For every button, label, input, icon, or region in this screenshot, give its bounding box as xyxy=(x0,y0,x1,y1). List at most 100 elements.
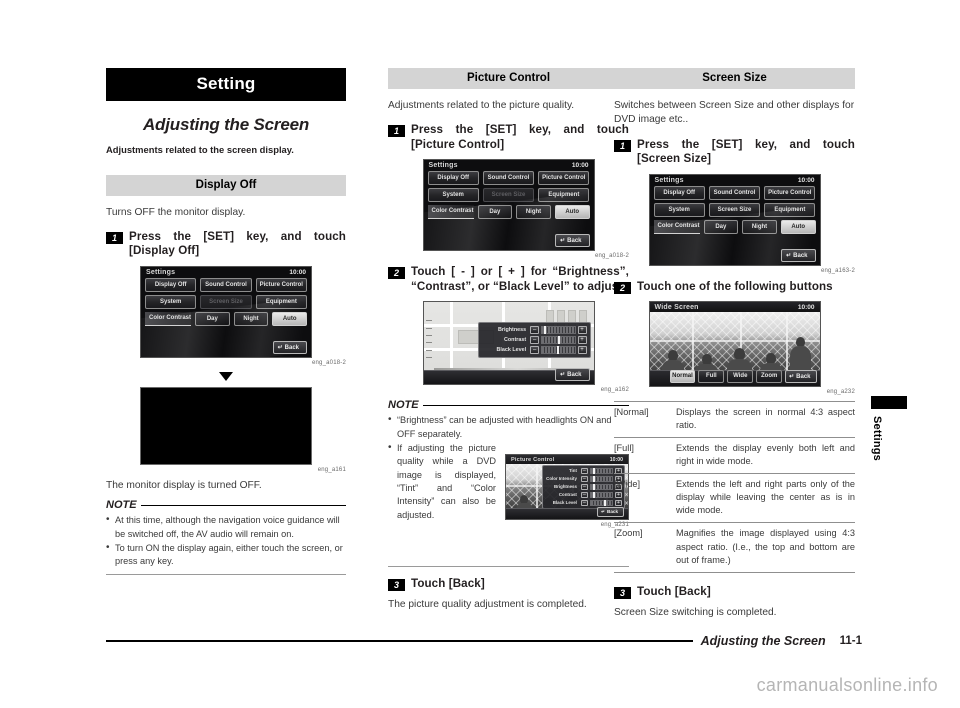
plus-button[interactable]: + xyxy=(577,345,587,354)
minus-button[interactable]: – xyxy=(580,491,588,498)
screen-label-color-contrast: Color Contrast xyxy=(145,311,191,326)
option-description: Magnifies the image displayed using 4:3 … xyxy=(676,522,855,573)
screen-button-equipment[interactable]: Equipment xyxy=(538,188,590,203)
screen-title: Settings xyxy=(146,268,176,276)
step-text: Touch one of the following buttons xyxy=(637,279,833,293)
adjust-slider[interactable] xyxy=(589,467,613,474)
chapter-title-bar: Setting xyxy=(106,68,346,101)
step-text: Press the [SET] key, and touch [Picture … xyxy=(411,123,629,151)
screen-button-equipment[interactable]: Equipment xyxy=(764,202,816,217)
adjust-label: Brightness xyxy=(553,484,577,490)
back-label: Back xyxy=(796,374,811,381)
screen-row-1: Display Off Sound Control Picture Contro… xyxy=(653,185,816,200)
option-description: Displays the screen in normal 4:3 aspect… xyxy=(676,401,855,438)
screen-button-auto[interactable]: Auto xyxy=(272,311,308,326)
adjust-label: Tint xyxy=(568,468,577,474)
screen-button-system[interactable]: System xyxy=(653,202,705,217)
screen-button-display-off[interactable]: Display Off xyxy=(427,171,479,186)
screen-size-options-table: [Normal] Displays the screen in normal 4… xyxy=(614,401,855,573)
minus-button[interactable]: – xyxy=(530,325,540,334)
minus-button[interactable]: – xyxy=(580,483,588,490)
figure-caption: eng_a018-2 xyxy=(594,253,629,260)
plus-button[interactable]: + xyxy=(577,325,587,334)
screen-button-system[interactable]: System xyxy=(427,188,479,203)
screen-button-back[interactable]: ↵ Back xyxy=(555,234,590,248)
screen-button-picture-control[interactable]: Picture Control xyxy=(538,171,590,186)
step-number: 1 xyxy=(106,231,123,244)
screen-button-day[interactable]: Day xyxy=(477,205,513,220)
right-step-1: 1 Press the [SET] key, and touch [Screen… xyxy=(614,138,855,167)
adjust-slider[interactable] xyxy=(589,491,613,498)
screen-button-grid: Display Off Sound Control Picture Contro… xyxy=(424,170,594,220)
screen-button-display-off[interactable]: Display Off xyxy=(653,185,705,200)
figure-caption: eng_a163-2 xyxy=(820,267,855,274)
mid-step-1: 1 Press the [SET] key, and touch [Pictur… xyxy=(388,123,629,152)
minus-button[interactable]: – xyxy=(580,467,588,474)
screen-size-closing: Screen Size switching is completed. xyxy=(614,607,777,619)
screen-footer: ↵ Back xyxy=(272,340,307,354)
screen-button-auto[interactable]: Auto xyxy=(780,219,816,234)
screen-button-picture-control[interactable]: Picture Control xyxy=(255,277,307,292)
note-rule xyxy=(140,504,346,506)
screen-title: Settings xyxy=(428,162,458,170)
screen-button-sound-control[interactable]: Sound Control xyxy=(708,185,761,200)
screen-row-1: Display Off Sound Control Picture Contro… xyxy=(427,171,590,186)
adjust-slider[interactable] xyxy=(541,335,576,344)
display-off-result: The monitor display is turned OFF. xyxy=(106,479,262,491)
screen-footer: ↵ Back xyxy=(555,368,590,382)
screen-button-night[interactable]: Night xyxy=(516,205,551,220)
adjust-row-tint: Tint – + xyxy=(545,467,622,474)
minus-button[interactable]: – xyxy=(580,475,588,482)
screen-button-auto[interactable]: Auto xyxy=(554,205,590,220)
note-bottom-rule xyxy=(106,573,346,575)
screen-button-day[interactable]: Day xyxy=(703,219,739,234)
screen-button-picture-control[interactable]: Picture Control xyxy=(764,185,816,200)
screen-button-system[interactable]: System xyxy=(145,294,197,309)
screen-footer: ↵ Back xyxy=(555,234,590,248)
adjust-slider[interactable] xyxy=(541,325,576,334)
screen-button-night[interactable]: Night xyxy=(233,311,269,326)
screen-button-sound-control[interactable]: Sound Control xyxy=(482,171,535,186)
display-off-intro: Turns OFF the monitor display. xyxy=(106,206,246,218)
screen-button-equipment[interactable]: Equipment xyxy=(255,294,307,309)
screen-button-back[interactable]: ↵ Back xyxy=(785,370,817,384)
screen-button-back[interactable]: ↵ Back xyxy=(781,248,816,262)
adjust-row-black-level: Black Level – + xyxy=(545,499,622,506)
adjust-slider[interactable] xyxy=(589,499,613,506)
note-item: If adjusting the picture quality while a… xyxy=(388,441,496,522)
screen-button-normal[interactable]: Normal xyxy=(669,370,696,384)
screen-button-grid: Display Off Sound Control Picture Contro… xyxy=(141,277,311,326)
screen-button-screen-size[interactable]: Screen Size xyxy=(708,202,761,217)
screen-label-color-contrast: Color Contrast xyxy=(427,205,474,220)
plus-button[interactable]: + xyxy=(577,335,587,344)
screen-button-wide[interactable]: Wide xyxy=(727,370,754,384)
adjust-slider[interactable] xyxy=(541,345,576,354)
screen-button-sound-control[interactable]: Sound Control xyxy=(200,277,252,292)
screen-button-night[interactable]: Night xyxy=(742,219,777,234)
mid-step-3: 3 Touch [Back] xyxy=(388,577,629,591)
screen-button-back[interactable]: ↵ Back xyxy=(555,368,590,382)
screen-button-zoom[interactable]: Zoom xyxy=(756,370,783,384)
minus-button[interactable]: – xyxy=(530,335,540,344)
back-label: Back xyxy=(793,252,808,259)
screen-button-full[interactable]: Full xyxy=(698,370,725,384)
figure-picture-control: Picture Control 10:00 Brightness – + Con… xyxy=(388,301,629,393)
screen-button-day[interactable]: Day xyxy=(195,311,230,326)
minus-button[interactable]: – xyxy=(530,345,540,354)
screen-size-intro: Switches between Screen Size and other d… xyxy=(614,100,855,126)
subsection-heading-screen-size: Screen Size xyxy=(614,68,855,89)
screen-button-back[interactable]: ↵ Back xyxy=(272,340,307,354)
device-screen-blank xyxy=(140,386,312,465)
back-arrow-icon: ↵ xyxy=(277,344,283,351)
step-text: Touch [ - ] or [ + ] for “Brightness”, “… xyxy=(411,265,629,293)
figure-settings-screen-3: Settings 10:00 Display Off Sound Control… xyxy=(614,173,855,274)
adjust-slider[interactable] xyxy=(589,483,613,490)
table-row: [Full] Extends the display evenly both l… xyxy=(614,437,855,474)
device-screen-picture-control: Picture Control 10:00 Brightness – + Con… xyxy=(422,301,595,386)
back-arrow-icon: ↵ xyxy=(789,374,795,381)
figure-picture-control-dvd: Picture Control 10:00 Tint – + Color Int… xyxy=(505,454,629,528)
screen-button-display-off[interactable]: Display Off xyxy=(145,277,197,292)
minus-button[interactable]: – xyxy=(580,499,588,506)
adjust-slider[interactable] xyxy=(589,475,613,482)
picture-control-intro: Adjustments related to the picture quali… xyxy=(388,100,575,111)
